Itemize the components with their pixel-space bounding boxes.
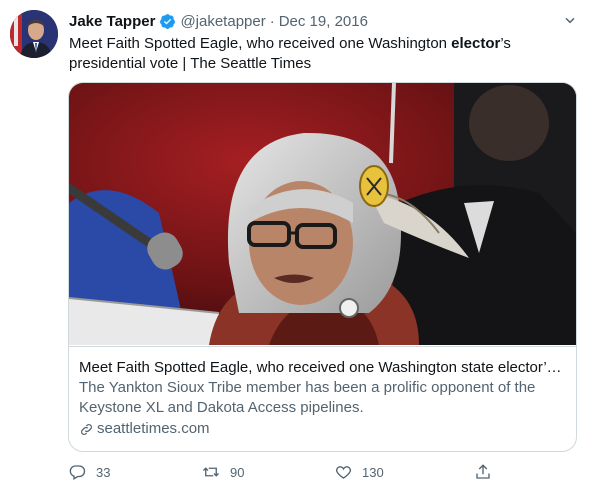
share-button[interactable]	[466, 456, 500, 488]
tweet[interactable]: Jake Tapper @jaketapper · Dec 19, 2016 M…	[0, 0, 597, 491]
tweet-text-before: Meet Faith Spotted Eagle, who received o…	[69, 35, 452, 52]
reply-button[interactable]: 33	[60, 456, 110, 488]
share-icon	[466, 455, 500, 489]
retweet-count: 90	[230, 464, 245, 480]
tweet-text-highlight: elector	[451, 35, 501, 52]
action-bar: 33 90 130	[60, 456, 500, 488]
card-body: Meet Faith Spotted Eagle, who received o…	[69, 346, 576, 451]
card-title: Meet Faith Spotted Eagle, who received o…	[79, 359, 566, 376]
link-icon	[81, 423, 92, 435]
retweet-icon	[194, 455, 228, 489]
card-image[interactable]	[69, 83, 576, 345]
reply-count: 33	[96, 464, 111, 480]
card-description: The Yankton Sioux Tribe member has been …	[79, 379, 536, 416]
retweet-button[interactable]: 90	[194, 456, 244, 488]
card-domain-text: seattletimes.com	[97, 420, 210, 437]
avatar[interactable]	[10, 10, 58, 58]
author-name[interactable]: Jake Tapper	[69, 13, 155, 30]
card-domain: seattletimes.com	[79, 419, 566, 439]
author-handle[interactable]: @jaketapper	[180, 13, 265, 30]
like-count: 130	[362, 464, 384, 480]
like-button[interactable]: 130	[326, 456, 384, 488]
header-separator: ·	[269, 12, 275, 30]
more-options-icon[interactable]	[560, 10, 580, 30]
tweet-date[interactable]: Dec 19, 2016	[279, 13, 368, 30]
verified-badge-icon	[159, 13, 176, 30]
tweet-text: Meet Faith Spotted Eagle, who received o…	[69, 34, 579, 74]
tweet-header: Jake Tapper @jaketapper · Dec 19, 2016	[69, 11, 368, 31]
link-card[interactable]: Meet Faith Spotted Eagle, who received o…	[68, 82, 577, 452]
heart-icon	[326, 455, 360, 489]
reply-icon	[60, 455, 94, 489]
